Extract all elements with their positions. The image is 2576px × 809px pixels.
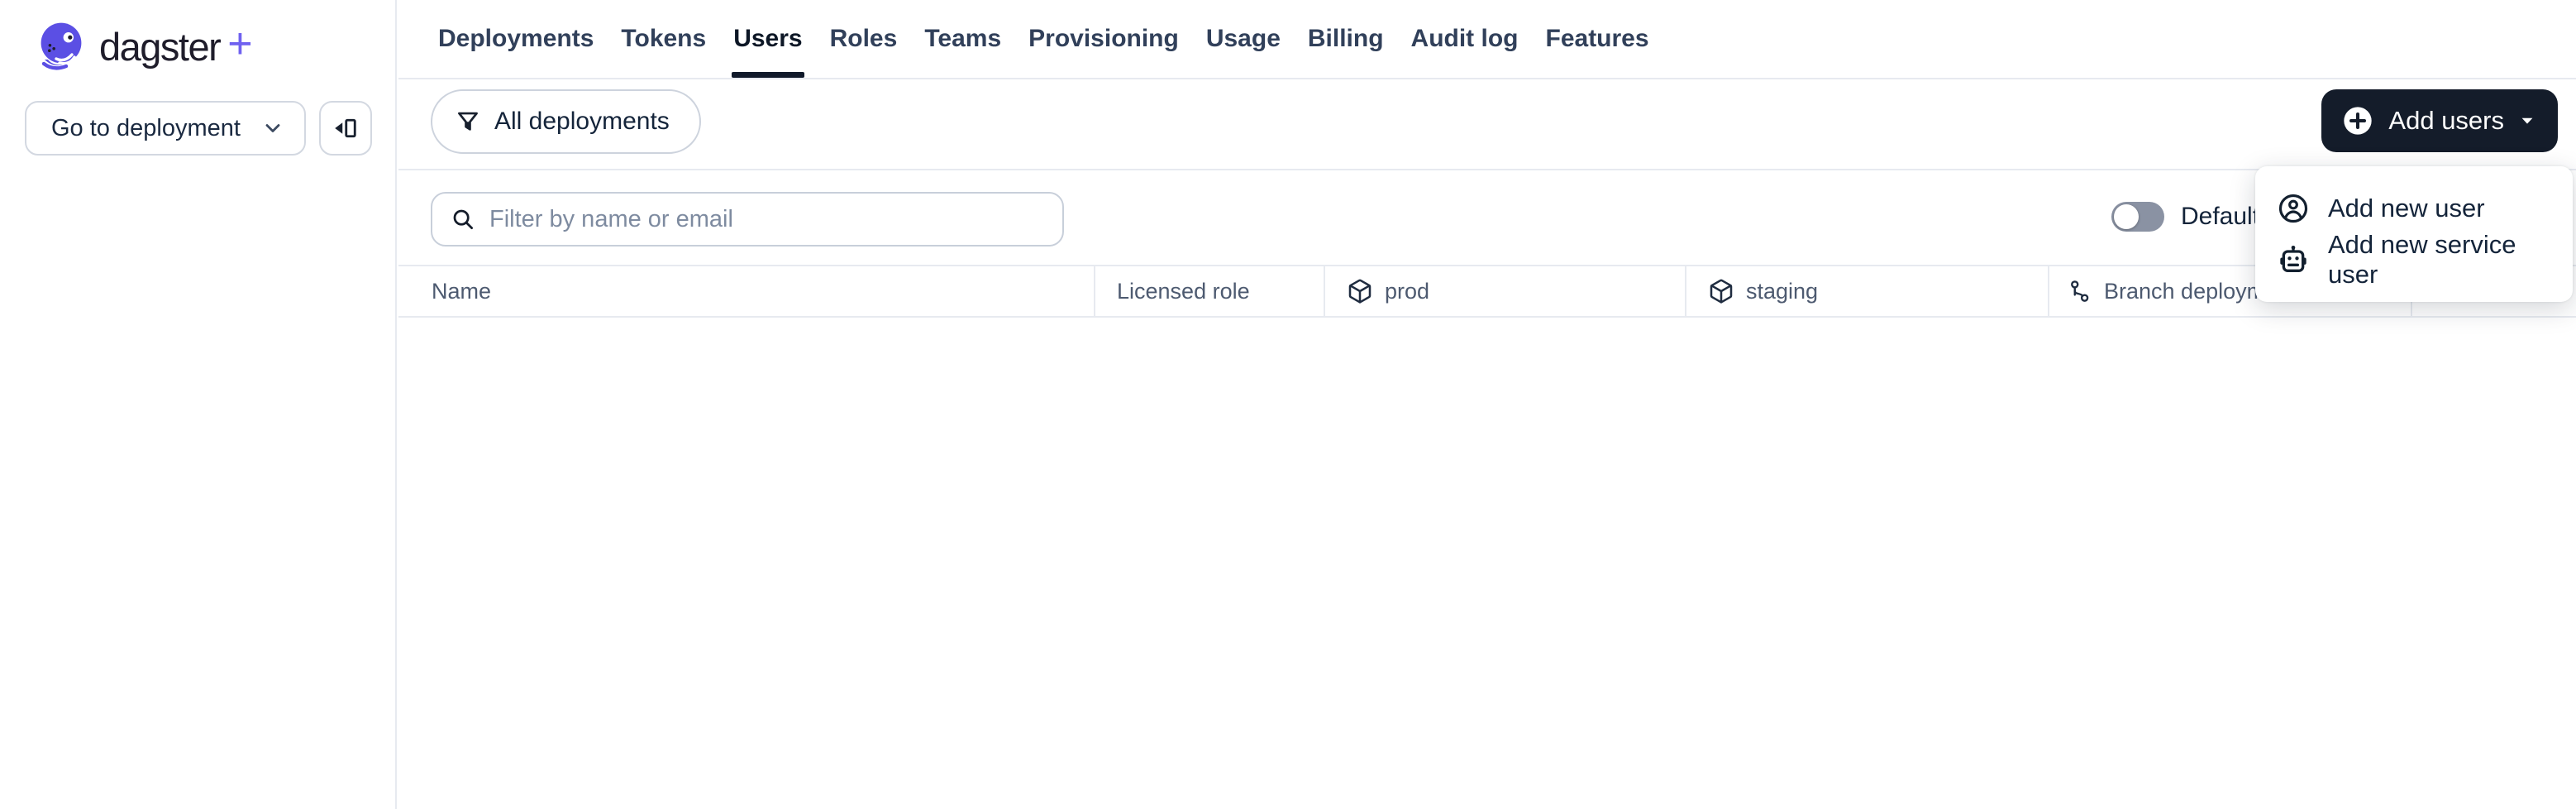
column-header-prod: prod xyxy=(1324,266,1685,316)
dagster-logo[interactable]: dagster + xyxy=(35,12,253,81)
default-toggle-label: Default xyxy=(2181,203,2260,230)
deployment-cube-icon xyxy=(1347,278,1373,304)
menu-item-label: Add new service user xyxy=(2328,230,2516,289)
users-table-body-empty xyxy=(398,318,2576,754)
tab-tokens[interactable]: Tokens xyxy=(621,0,706,78)
default-toggle-group: Default xyxy=(2111,202,2259,232)
user-circle-icon xyxy=(2277,192,2310,225)
add-users-label: Add users xyxy=(2388,106,2504,135)
collapse-sidebar-button[interactable] xyxy=(319,101,372,156)
column-header-name: Name xyxy=(432,278,492,304)
go-to-deployment-dropdown[interactable]: Go to deployment xyxy=(25,101,306,156)
column-header-licensed-role: Licensed role xyxy=(1094,266,1324,316)
left-rail: dagster + Go to deployment xyxy=(0,0,397,809)
user-search-box xyxy=(431,192,1064,247)
plus-circle-icon xyxy=(2341,104,2374,137)
brand-plus-badge: + xyxy=(227,20,253,68)
users-table-header: Name Licensed role prod staging Branch d… xyxy=(398,265,2576,318)
menu-item-label: Add new user xyxy=(2328,194,2485,223)
all-deployments-filter-button[interactable]: All deployments xyxy=(431,89,701,154)
all-deployments-label: All deployments xyxy=(494,108,670,135)
tab-features[interactable]: Features xyxy=(1546,0,1649,78)
go-to-deployment-label: Go to deployment xyxy=(51,114,241,141)
filter-row: Default xyxy=(398,170,2576,265)
menu-item-add-new-user[interactable]: Add new user xyxy=(2255,183,2573,234)
toolbar-row: All deployments Add users xyxy=(398,79,2576,170)
tab-teams[interactable]: Teams xyxy=(924,0,1001,78)
dagster-octopus-icon xyxy=(35,18,91,74)
tab-usage[interactable]: Usage xyxy=(1206,0,1281,78)
add-users-menu: Add new user Add new service user xyxy=(2255,166,2573,302)
column-header-staging: staging xyxy=(1685,266,2048,316)
toggle-knob xyxy=(2114,204,2139,229)
filter-funnel-icon xyxy=(456,109,480,134)
tab-audit-log[interactable]: Audit log xyxy=(1411,0,1519,78)
collapse-panel-icon xyxy=(331,113,360,143)
tab-deployments[interactable]: Deployments xyxy=(438,0,594,78)
search-input[interactable] xyxy=(488,204,1044,234)
rail-controls: Go to deployment xyxy=(25,101,372,156)
chevron-down-icon xyxy=(261,117,284,140)
caret-down-icon xyxy=(2518,112,2536,130)
robot-icon xyxy=(2277,243,2310,276)
tab-roles[interactable]: Roles xyxy=(830,0,898,78)
add-users-button[interactable]: Add users xyxy=(2321,89,2558,152)
brand-name: dagster xyxy=(99,24,222,69)
main-content: Deployments Tokens Users Roles Teams Pro… xyxy=(398,0,2576,754)
menu-item-add-new-service-user[interactable]: Add new service user xyxy=(2255,230,2573,289)
deployment-cube-icon xyxy=(1708,278,1734,304)
tab-users[interactable]: Users xyxy=(732,0,805,78)
search-icon xyxy=(451,207,475,232)
dagster-plus-users-page: dagster + Go to deployment Deployments T… xyxy=(0,0,2576,809)
default-toggle-switch[interactable] xyxy=(2111,202,2164,232)
tab-billing[interactable]: Billing xyxy=(1308,0,1384,78)
branch-icon xyxy=(2068,279,2092,304)
org-settings-tabs: Deployments Tokens Users Roles Teams Pro… xyxy=(398,0,2576,79)
tab-provisioning[interactable]: Provisioning xyxy=(1028,0,1179,78)
